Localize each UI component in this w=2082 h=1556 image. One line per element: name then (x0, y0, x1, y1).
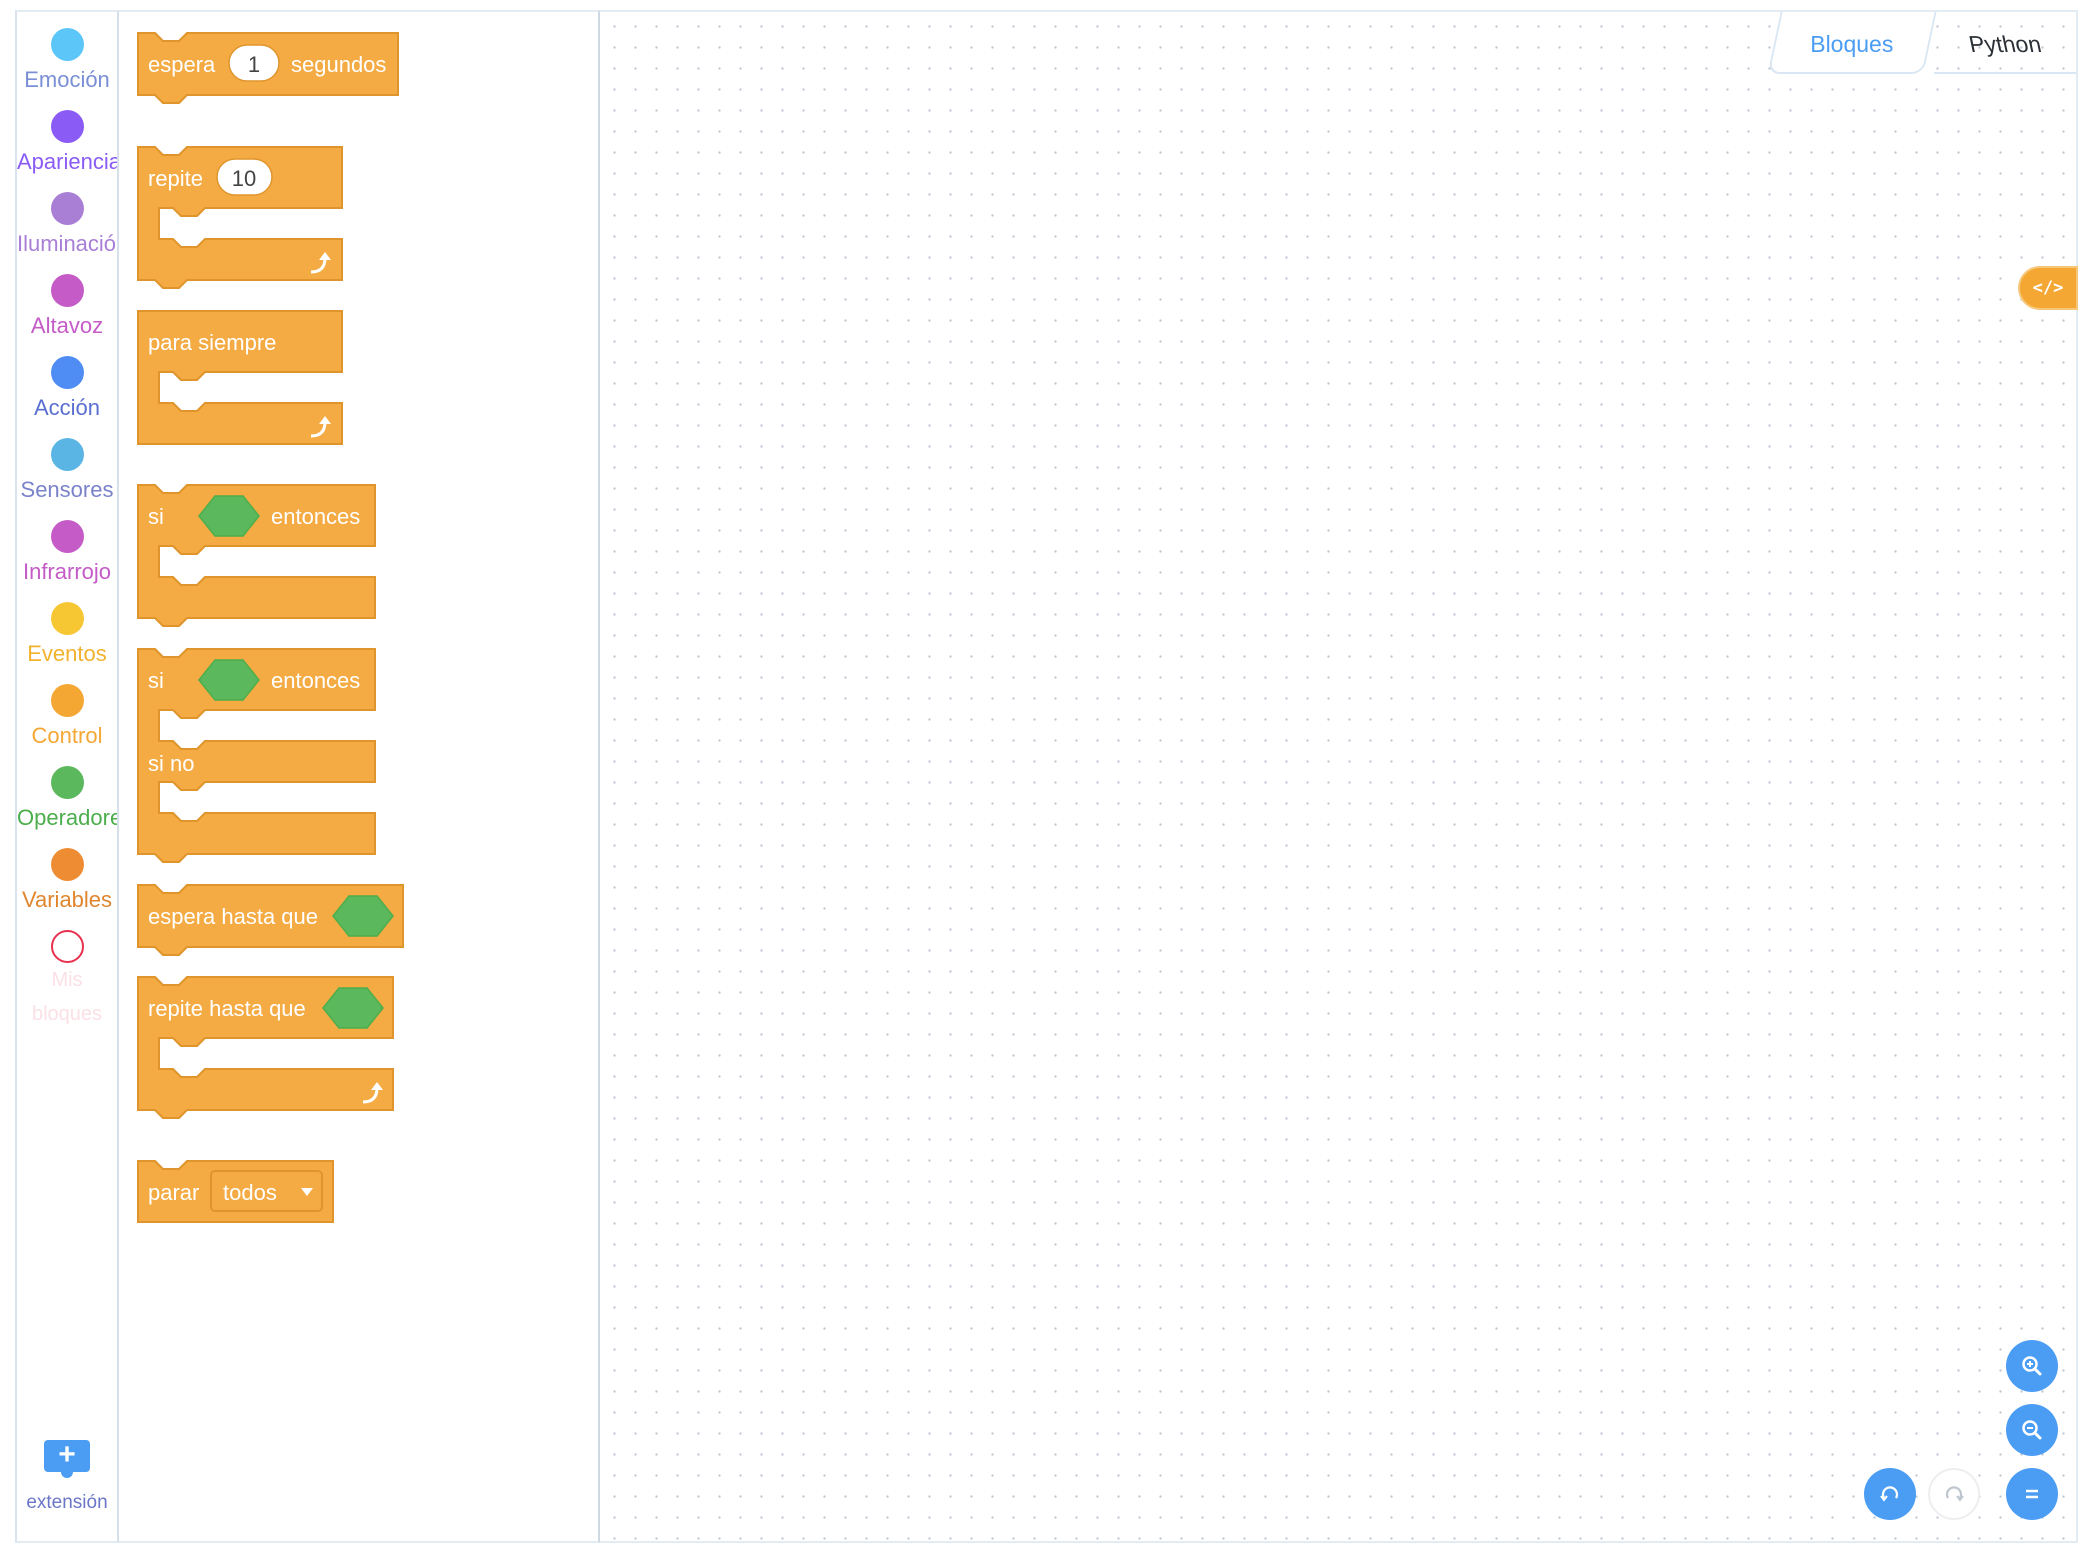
block-label: si (148, 504, 164, 529)
reset-zoom-icon (2026, 1489, 2038, 1499)
category-dot-icon (50, 684, 84, 717)
category-mis-bloques[interactable]: Mis bloques (17, 914, 117, 1025)
category-label: Control (31, 723, 103, 748)
stop-block[interactable]: parar todos (137, 1160, 342, 1230)
category-dot-icon (50, 28, 84, 61)
category-dot-icon (50, 602, 84, 635)
block-label: espera hasta que (148, 904, 318, 929)
block-label: para siempre (148, 330, 276, 355)
undo-icon (1880, 1486, 1899, 1502)
if-then-block[interactable]: si entonces (137, 484, 377, 639)
category-label: Acción (33, 395, 101, 420)
block-label: entonces (271, 668, 360, 693)
reset-zoom-button[interactable] (2006, 1468, 2058, 1520)
block-label: repite (148, 166, 203, 191)
wait-seconds-block[interactable]: espera 1 segundos (137, 32, 399, 112)
zoom-in-button[interactable] (2006, 1340, 2058, 1392)
repeat-until-block[interactable]: repite hasta que (137, 976, 402, 1126)
extension-label: extensión (26, 1492, 108, 1513)
category-label: Operadores (17, 805, 117, 830)
zoom-out-icon (2022, 1420, 2042, 1440)
category-label: Sensores (20, 477, 114, 502)
category-label: Variables (21, 887, 113, 912)
category-dot-icon (50, 192, 84, 225)
category-label: Infrarrojo (22, 559, 112, 584)
plus-icon: + (44, 1440, 90, 1478)
category-dot-icon (50, 274, 84, 307)
editor-mode-tabs: Bloques Python (1766, 12, 2076, 76)
tab-python[interactable]: Python (1934, 12, 2076, 74)
tab-python-label: Python (1966, 31, 2044, 57)
category-label: Iluminación (17, 231, 117, 256)
redo-icon (1945, 1486, 1964, 1502)
block-label: entonces (271, 504, 360, 529)
block-label: parar (148, 1180, 199, 1205)
wait-until-block[interactable]: espera hasta que (137, 884, 412, 964)
if-else-block[interactable]: si entonces si no (137, 648, 377, 878)
block-label: si no (148, 751, 194, 776)
block-label: si (148, 668, 164, 693)
category-dot-icon (50, 438, 84, 471)
category-dot-icon (50, 520, 84, 553)
category-dot-icon (50, 110, 84, 143)
category-dot-icon (50, 930, 84, 963)
category-dot-icon (50, 356, 84, 389)
block-label: espera (148, 52, 216, 77)
block-label: segundos (291, 52, 386, 77)
number-value: 1 (248, 52, 260, 77)
category-dot-icon (50, 848, 84, 881)
category-label: Emoción (24, 67, 110, 92)
category-dot-icon (50, 766, 84, 799)
category-label: Altavoz (30, 313, 104, 338)
tab-blocks-label: Bloques (1810, 31, 1894, 57)
undo-button[interactable] (1864, 1468, 1916, 1520)
category-label: Eventos (27, 641, 107, 666)
redo-button[interactable] (1928, 1468, 1980, 1520)
extension-button[interactable]: + extensión (17, 1440, 117, 1514)
dropdown-value: todos (223, 1180, 277, 1205)
category-label: Apariencia (17, 149, 117, 174)
block-palette: espera 1 segundos repite 10 para siempre… (119, 10, 600, 1543)
zoom-out-button[interactable] (2006, 1404, 2058, 1456)
zoom-in-icon (2022, 1356, 2042, 1376)
number-value: 10 (232, 166, 256, 191)
repeat-block[interactable]: repite 10 (137, 146, 347, 296)
code-view-toggle[interactable]: </> (2020, 268, 2076, 308)
block-label: repite hasta que (148, 996, 306, 1021)
forever-block[interactable]: para siempre (137, 310, 347, 455)
tab-blocks[interactable]: Bloques (1767, 12, 1937, 74)
category-label: Mis bloques (31, 969, 103, 1025)
script-workspace[interactable]: Bloques Python </> (600, 10, 2078, 1543)
category-sidebar: Emoción Apariencia Iluminación Altavoz A… (15, 10, 119, 1543)
